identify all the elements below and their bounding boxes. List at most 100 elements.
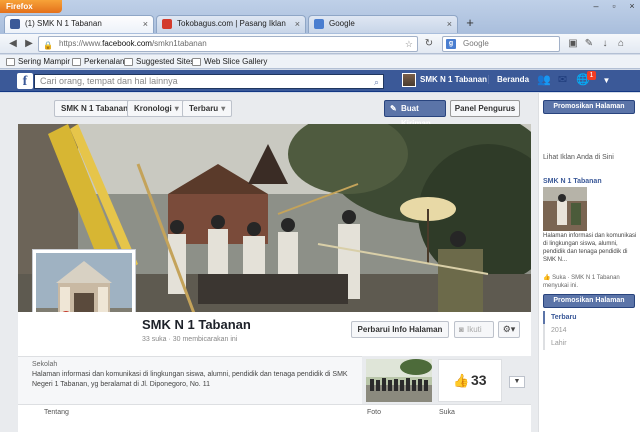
nav-home-link[interactable]: Beranda [488,75,529,84]
ad-heading: Lihat Iklan Anda di Sini [543,154,614,161]
timeline-year-nav: Terbaru 2014 Lahir [543,311,637,350]
promote-page-button[interactable]: Promosikan Halaman [543,100,635,114]
firefox-menu-button[interactable]: Firefox [0,0,62,13]
browser-window: Firefox (1) SMK N 1 Tabanan × Tokobagus.… [0,0,640,432]
screenshot-icon[interactable]: ▣ [566,37,580,51]
timeline-column: SMK N 1 Tabanan Kronologi ▾ Terbaru ▾ ✎ Bu… [18,93,531,432]
facebook-search-placeholder: Cari orang, tempat dan hal lainnya [40,76,178,86]
year-item-born[interactable]: Lahir [543,337,637,350]
recent-dropdown[interactable]: Terbaru ▾ [182,100,233,117]
page-name-dropdown[interactable]: SMK N 1 Tabanan [54,100,135,117]
tab-title: Tokobagus.com | Pasang Iklan [177,19,286,28]
google-icon [314,19,324,29]
about-text: Halaman informasi dan komunikasi di ling… [32,371,348,388]
ad-description: Halaman informasi dan komunikasi di ling… [543,233,637,263]
tab-strip: Firefox (1) SMK N 1 Tabanan × Tokobagus.… [0,0,640,34]
bookmark-folder-icon [192,58,201,66]
thumbs-up-icon: 👍 [453,373,470,388]
rss-icon: ◙ [459,325,464,334]
bookmark-folder-icon [124,58,133,66]
nav-page-link[interactable]: SMK N 1 Tabanan [420,75,487,84]
close-tab-icon[interactable]: × [447,16,452,32]
right-sidebar: Promosikan Halaman Lihat Iklan Anda di S… [538,93,640,432]
likes-box[interactable]: 👍 33 [438,359,502,402]
tab-about[interactable]: Tentang [44,409,69,416]
tab-photos[interactable]: Foto [367,409,381,416]
bookmark-folder-icon [72,58,81,66]
bookmark-sering-mampir[interactable]: Sering Mampir [6,56,70,68]
navigation-toolbar: ◀ ▶ 🔒 https://www.facebook.com/smkn1taba… [0,34,640,54]
ad-like-line[interactable]: 👍 Suka · SMK N 1 Tabanan menyukai ini. [543,274,637,290]
bookmark-perkenalan[interactable]: Perkenalan [72,56,124,68]
bookmark-web-slice-gallery[interactable]: Web Slice Gallery [192,56,267,68]
gear-icon: ⚙▾ [502,324,516,334]
close-tab-icon[interactable]: × [143,16,148,32]
minimize-icon[interactable]: – [588,1,604,13]
photos-thumbnail[interactable] [366,359,432,402]
facebook-header: f Cari orang, tempat dan hal lainnya ⌕ S… [0,70,640,92]
ad-title-link[interactable]: SMK N 1 Tabanan [543,178,602,185]
messages-icon[interactable]: ✉ [556,74,569,87]
facebook-logo-icon[interactable]: f [17,73,33,89]
tab-facebook[interactable]: (1) SMK N 1 Tabanan × [4,15,154,33]
bookmarks-toolbar: Sering Mampir Perkenalan Suggested Sites… [0,55,640,69]
chevron-down-icon: ▾ [174,104,179,113]
update-page-info-button[interactable]: Perbarui Info Halaman [351,321,449,338]
reload-icon[interactable]: ↻ [422,37,436,51]
more-apps-button[interactable]: ▼ [509,376,525,388]
year-item-recent[interactable]: Terbaru [543,311,637,324]
ad-image[interactable] [543,187,587,231]
ad-thumbnail-image [543,187,587,231]
admin-panel-button[interactable]: Panel Pengurus [450,100,520,117]
bookmark-folder-icon [6,58,15,66]
follow-button[interactable]: ◙ Ikuti [454,321,494,338]
timeline-dropdown[interactable]: Kronologi ▾ [127,100,186,117]
avatar[interactable] [402,73,416,87]
tab-title: Google [329,19,355,28]
notification-badge: 1 [587,71,596,80]
likes-count: 33 [471,372,487,388]
back-icon[interactable]: ◀ [6,37,20,51]
close-window-icon[interactable]: × [624,1,640,13]
bookmark-star-icon[interactable]: ☆ [405,37,413,51]
bookmark-suggested-sites[interactable]: Suggested Sites [124,56,194,68]
page-title: SMK N 1 Tabanan [142,317,251,332]
search-input[interactable]: g Google [442,36,560,52]
bookmarks-icon[interactable]: ✎ [582,37,596,51]
account-settings-icon[interactable]: ▼ [600,74,613,87]
new-tab-button[interactable]: + [462,16,478,32]
lock-icon: 🔒 [43,41,53,50]
about-box[interactable]: Sekolah Halaman informasi dan komunikasi… [18,356,362,404]
tab-tokobagus[interactable]: Tokobagus.com | Pasang Iklan × [156,15,306,33]
forward-icon[interactable]: ▶ [22,37,36,51]
friend-requests-icon[interactable]: 👥 [537,74,551,87]
tab-likes[interactable]: Suka [439,409,455,416]
page-toolbar: SMK N 1 Tabanan Kronologi ▾ Terbaru ▾ ✎ Bu… [18,96,531,128]
search-placeholder: Google [463,39,489,48]
tab-title: (1) SMK N 1 Tabanan [25,19,102,28]
home-icon[interactable]: ⌂ [614,37,628,51]
download-icon[interactable]: ↓ [598,37,612,51]
settings-button[interactable]: ⚙▾ [498,321,520,338]
photos-thumbnail-image [366,359,432,402]
category-label: Sekolah [32,361,58,368]
create-post-button[interactable]: ✎ Buat Kiriman [384,100,446,128]
tab-google[interactable]: Google × [308,15,458,33]
facebook-search-input[interactable]: Cari orang, tempat dan hal lainnya ⌕ [34,74,384,89]
tokobagus-icon [162,19,172,29]
maximize-icon[interactable]: ▫ [606,1,622,13]
google-search-icon: g [446,39,456,49]
promote-page-button-bottom[interactable]: Promosikan Halaman [543,294,635,308]
pencil-icon: ✎ [390,104,397,113]
year-item-2014[interactable]: 2014 [543,324,637,337]
url-path: /smkn1tabanan [151,39,207,48]
page-body: SMK N 1 Tabanan Kronologi ▾ Terbaru ▾ ✎ Bu… [0,93,640,432]
url-bar[interactable]: 🔒 https://www.facebook.com/smkn1tabanan … [38,36,418,52]
close-tab-icon[interactable]: × [295,16,300,32]
search-icon[interactable]: ⌕ [374,76,379,89]
chevron-down-icon: ▼ [513,378,521,385]
page-tabs: Tentang Foto Suka [18,404,531,432]
page-stats: 33 suka · 30 membicarakan ini [142,336,238,343]
url-domain: facebook.com [102,39,152,48]
chevron-down-icon: ▾ [221,104,226,113]
